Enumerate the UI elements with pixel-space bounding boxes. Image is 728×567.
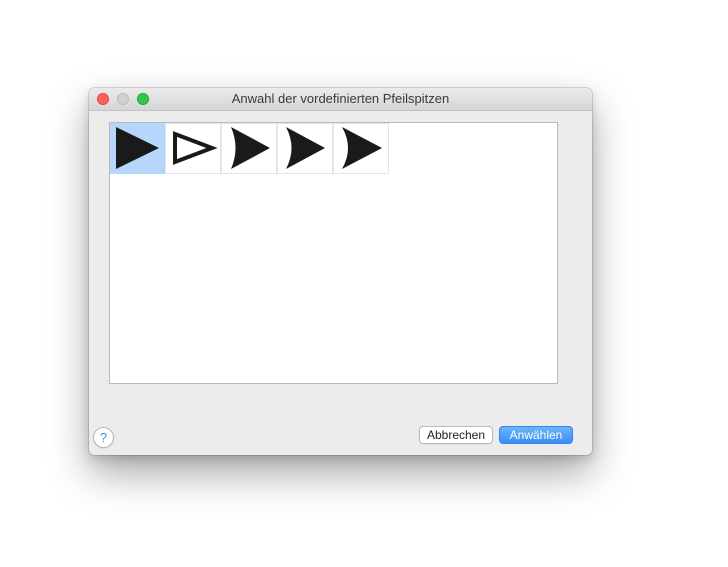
concave-arrow-icon (231, 127, 270, 169)
window-title: Anwahl der vordefinierten Pfeilspitzen (231, 91, 450, 106)
help-button[interactable]: ? (93, 427, 114, 448)
arrowhead-dialog: Anwahl der vordefinierten Pfeilspitzen ?… (89, 88, 592, 455)
arrowhead-cell-concave-arrow[interactable] (221, 123, 277, 174)
filled-triangle-arrow-icon (116, 127, 159, 169)
arrowhead-cell-concave-arrow-deep[interactable] (277, 123, 333, 174)
arrowhead-grid (109, 122, 558, 384)
arrowhead-cell-concave-arrow-sharp[interactable] (333, 123, 389, 174)
concave-arrow-deep-icon (286, 127, 325, 169)
select-button[interactable]: Anwählen (499, 426, 573, 444)
concave-arrow-sharp-icon (342, 127, 382, 169)
arrowhead-cell-filled-triangle[interactable] (110, 123, 166, 174)
cancel-button[interactable]: Abbrechen (419, 426, 493, 444)
outline-triangle-arrow-icon (173, 131, 218, 165)
arrowhead-cell-outline-triangle[interactable] (165, 123, 221, 174)
titlebar: Anwahl der vordefinierten Pfeilspitzen (89, 88, 592, 111)
